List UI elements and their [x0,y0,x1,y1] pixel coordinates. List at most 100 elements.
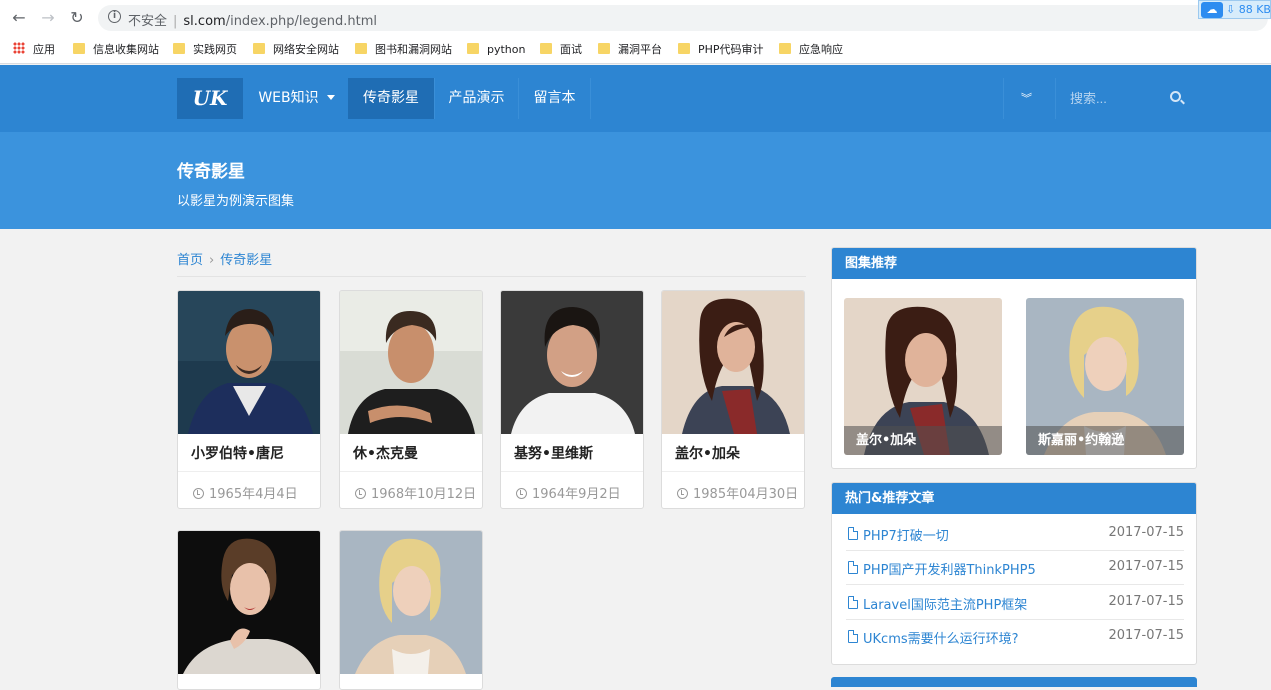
document-icon [848,630,858,643]
gallery-recommend-panel: 图集推荐 盖尔•加朵 斯嘉丽•约翰逊 [831,247,1197,469]
page-subtitle: 以影星为例演示图集 [177,194,295,209]
recommend-item[interactable]: 斯嘉丽•约翰逊 [1026,298,1184,455]
gallery-card[interactable]: 盖尔•加朵 1985年04月30日 [661,290,805,509]
portrait-photo[interactable] [178,531,320,674]
page-title: 传奇影星 [177,162,245,182]
document-icon [848,596,858,609]
url-host: sl.com [183,14,226,29]
bookmark-folder[interactable]: 应急响应 [779,42,843,58]
article-row[interactable]: PHP国产开发利器ThinkPHP5 2017-07-15 [846,551,1184,585]
panel-title: 热门&推荐文章 [832,483,1196,514]
folder-icon [598,43,610,54]
nav-item-products[interactable]: 产品演示 [435,78,518,119]
gallery-card[interactable]: 小罗伯特•唐尼 1965年4月4日 [177,290,321,509]
caret-down-icon [326,95,335,100]
article-title[interactable]: PHP7打破一切 [863,525,949,544]
bookmark-folder[interactable]: 面试 [540,42,582,58]
bookmark-folder[interactable]: 信息收集网站 [73,42,159,58]
divider [177,276,806,277]
search-icon[interactable] [1170,91,1181,102]
card-date: 1968年10月12日 [355,483,476,502]
info-icon[interactable]: i [108,10,121,23]
bookmark-apps[interactable]: 应用 [13,42,55,58]
apps-grid-icon [13,42,25,54]
cloud-icon: ☁ [1201,2,1223,18]
breadcrumb-current[interactable]: 传奇影星 [220,253,272,268]
url-path: /index.php/legend.html [225,14,377,29]
clock-icon [193,488,204,499]
nav-item-legend[interactable]: 传奇影星 [348,78,434,119]
panel-title: 图集推荐 [832,248,1196,279]
folder-icon [467,43,479,54]
portrait-photo[interactable] [662,291,804,434]
double-chevron-down-icon[interactable]: ︾ [1003,78,1049,119]
article-row[interactable]: Laravel国际范主流PHP框架 2017-07-15 [846,586,1184,620]
document-icon [848,561,858,574]
bookmark-folder[interactable]: 网络安全网站 [253,42,339,58]
clock-icon [516,488,527,499]
bookmark-folder[interactable]: PHP代码审计 [678,42,764,58]
reload-icon[interactable]: ↻ [67,8,87,28]
recommend-caption: 斯嘉丽•约翰逊 [1026,426,1184,455]
portrait-photo[interactable] [340,291,482,434]
card-date: 1964年9月2日 [516,483,621,502]
folder-icon [253,43,265,54]
chevron-right-icon: › [209,253,215,268]
article-title[interactable]: UKcms需要什么运行环境? [863,628,1019,647]
next-panel-header [831,677,1197,687]
bookmark-folder[interactable]: 实践网页 [173,42,237,58]
breadcrumb-home[interactable]: 首页 [177,253,203,268]
recommend-caption: 盖尔•加朵 [844,426,1002,455]
folder-icon [173,43,185,54]
card-date: 1985年04月30日 [677,483,798,502]
folder-icon [678,43,690,54]
breadcrumb: 首页 › 传奇影星 [177,249,272,268]
nav-item-web-knowledge[interactable]: WEB知识 [245,78,348,119]
nav-item-guestbook[interactable]: 留言本 [519,78,590,119]
site-logo[interactable]: UK [177,78,243,119]
recommend-item[interactable]: 盖尔•加朵 [844,298,1002,455]
article-row[interactable]: UKcms需要什么运行环境? 2017-07-15 [846,620,1184,654]
forward-arrow-icon[interactable]: → [38,8,58,28]
article-title[interactable]: PHP国产开发利器ThinkPHP5 [863,559,1036,578]
article-title[interactable]: Laravel国际范主流PHP框架 [863,594,1027,613]
back-arrow-icon[interactable]: ← [9,8,29,28]
search-box [1055,78,1197,119]
gallery-card[interactable] [177,530,321,690]
portrait-photo[interactable] [501,291,643,434]
gallery-card[interactable]: 基努•里维斯 1964年9月2日 [500,290,644,509]
folder-icon [355,43,367,54]
card-title[interactable]: 休•杰克曼 [353,443,418,463]
hot-articles-panel: 热门&推荐文章 PHP7打破一切 2017-07-15 PHP国产开发利器Thi… [831,482,1197,665]
portrait-photo[interactable] [340,531,482,674]
browser-toolbar: ← → ↻ i 不安全 | sl.com/index.php/legend.html… [0,0,1271,36]
article-row[interactable]: PHP7打破一切 2017-07-15 [846,517,1184,551]
article-date: 2017-07-15 [1108,525,1184,540]
folder-icon [779,43,791,54]
clock-icon [677,488,688,499]
bookmark-folder[interactable]: 图书和漏洞网站 [355,42,452,58]
article-date: 2017-07-15 [1108,559,1184,574]
clock-icon [355,488,366,499]
folder-icon [73,43,85,54]
document-icon [848,527,858,540]
bookmark-folder[interactable]: 漏洞平台 [598,42,662,58]
download-size: ⇩ 88 KB [1226,3,1271,16]
card-date: 1965年4月4日 [193,483,298,502]
card-title[interactable]: 盖尔•加朵 [675,443,740,463]
article-date: 2017-07-15 [1108,628,1184,643]
portrait-photo[interactable] [178,291,320,434]
bookmark-folder[interactable]: python [467,42,525,58]
address-bar[interactable]: i 不安全 | sl.com/index.php/legend.html [98,5,1268,31]
card-title[interactable]: 小罗伯特•唐尼 [191,443,284,463]
download-badge[interactable]: ☁ ⇩ 88 KB [1198,0,1271,19]
folder-icon [540,43,552,54]
gallery-card[interactable] [339,530,483,690]
search-input[interactable] [1070,88,1160,109]
gallery-card[interactable]: 休•杰克曼 1968年10月12日 [339,290,483,509]
page-banner: 传奇影星 以影星为例演示图集 [0,132,1271,229]
url-text[interactable]: 不安全 | sl.com/index.php/legend.html [128,10,377,29]
site-navbar: UK WEB知识 传奇影星 产品演示 留言本 ︾ [0,65,1271,132]
card-title[interactable]: 基努•里维斯 [514,443,593,463]
bookmarks-bar: 应用 信息收集网站 实践网页 网络安全网站 图书和漏洞网站 python 面试 … [0,36,1271,64]
